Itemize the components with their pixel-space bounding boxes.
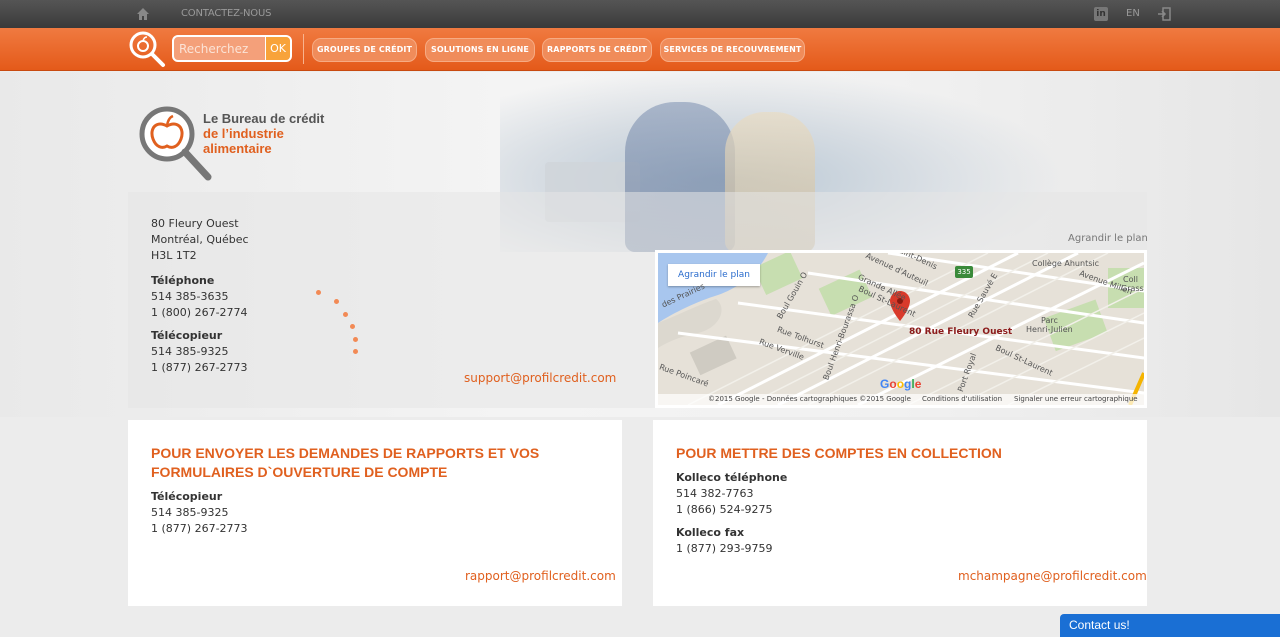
reports-card-title: POUR ENVOYER LES DEMANDES DE RAPPORTS ET… <box>151 445 540 480</box>
contact-link[interactable]: CONTACTEZ-NOUS <box>181 8 271 19</box>
map-label: Grass <box>1121 284 1144 293</box>
collection-fax-block: Kolleco fax 1 (877) 293-9759 <box>676 525 773 557</box>
decorative-dot <box>350 324 355 329</box>
phone-number: 1 (800) 267-2774 <box>151 306 248 319</box>
search-input[interactable] <box>174 37 266 60</box>
magnifier-apple-icon <box>129 31 165 67</box>
main-nav-bar: OK GROUPES DE CRÉDIT SOLUTIONS EN LIGNE … <box>0 28 1280 71</box>
search-button[interactable]: OK <box>265 37 290 60</box>
nav-divider <box>303 34 304 64</box>
decorative-dot <box>334 299 339 304</box>
fax-number: 514 385-9325 <box>151 345 229 358</box>
map-label: Parc <box>1041 316 1058 325</box>
fax-number: 1 (877) 293-9759 <box>676 542 773 555</box>
fax-label: Télécopieur <box>151 329 223 342</box>
fax-block: Télécopieur 514 385-9325 1 (877) 267-277… <box>151 328 248 376</box>
fax-label: Télécopieur <box>151 490 223 503</box>
map-label: Collège Ahuntsic <box>1032 259 1099 268</box>
fax-number: 514 385-9325 <box>151 506 229 519</box>
support-email-link[interactable]: support@profilcredit.com <box>464 371 616 385</box>
logo-text[interactable]: Le Bureau de crédit de l’industrie alime… <box>203 111 324 156</box>
phone-label: Téléphone <box>151 274 215 287</box>
linkedin-icon[interactable]: in <box>1094 7 1108 21</box>
map-terms-link[interactable]: Conditions d'utilisation <box>922 394 1002 405</box>
logo-line: alimentaire <box>203 141 272 156</box>
phone-label: Kolleco téléphone <box>676 471 788 484</box>
map-report-link[interactable]: Signaler une erreur cartographique <box>1014 394 1138 405</box>
language-link[interactable]: EN <box>1126 8 1140 19</box>
map-label: Henri-Julien <box>1026 325 1073 334</box>
phone-number: 1 (866) 524-9275 <box>676 503 773 516</box>
reports-email-link[interactable]: rapport@profilcredit.com <box>465 569 616 583</box>
nav-rapports-credit[interactable]: RAPPORTS DE CRÉDIT <box>542 38 652 62</box>
collection-card-title: POUR METTRE DES COMPTES EN COLLECTION <box>676 445 1002 461</box>
home-icon[interactable] <box>136 7 150 21</box>
map-copyright: ©2015 Google - Données cartographiques ©… <box>708 395 911 403</box>
reports-fax-block: Télécopieur 514 385-9325 1 (877) 267-277… <box>151 489 248 537</box>
search-box: OK <box>172 35 292 62</box>
address-street: 80 Fleury Ouest <box>151 217 239 230</box>
map-pin-label: 80 Rue Fleury Ouest <box>909 327 1013 337</box>
logo-line: de l’industrie <box>203 126 284 141</box>
phone-block: Téléphone 514 385-3635 1 (800) 267-2774 <box>151 273 248 321</box>
phone-number: 514 385-3635 <box>151 290 229 303</box>
fax-label: Kolleco fax <box>676 526 745 539</box>
logo-line: Le Bureau de crédit <box>203 111 325 126</box>
top-bar: CONTACTEZ-NOUS in EN <box>0 0 1280 28</box>
phone-number: 514 382-7763 <box>676 487 754 500</box>
fax-number: 1 (877) 267-2773 <box>151 361 248 374</box>
login-icon[interactable] <box>1157 7 1171 21</box>
collection-phone-block: Kolleco téléphone 514 382-7763 1 (866) 5… <box>676 470 787 518</box>
contact-us-chat-button[interactable]: Contact us! <box>1060 614 1280 637</box>
collection-email-link[interactable]: mchampagne@profilcredit.com <box>958 569 1147 583</box>
enlarge-map-link[interactable]: Agrandir le plan <box>1068 233 1148 244</box>
nav-services-recouvrement[interactable]: SERVICES DE RECOUVREMENT <box>660 38 805 62</box>
collection-card: POUR METTRE DES COMPTES EN COLLECTION Ko… <box>653 420 1147 606</box>
address-postal: H3L 1T2 <box>151 249 197 262</box>
decorative-dot <box>353 349 358 354</box>
address-block: 80 Fleury Ouest Montréal, Québec H3L 1T2 <box>151 216 249 264</box>
decorative-dot <box>353 337 358 342</box>
reports-card: POUR ENVOYER LES DEMANDES DE RAPPORTS ET… <box>128 420 622 606</box>
decorative-dot <box>316 290 321 295</box>
fax-number: 1 (877) 267-2773 <box>151 522 248 535</box>
enlarge-map-button[interactable]: Agrandir le plan <box>668 264 760 286</box>
highway-shield: 335 <box>955 266 973 278</box>
address-city: Montréal, Québec <box>151 233 249 246</box>
map-footer: ©2015 Google - Données cartographiques ©… <box>658 394 1144 405</box>
google-logo: Google <box>880 377 922 391</box>
nav-groupes-credit[interactable]: GROUPES DE CRÉDIT <box>312 38 417 62</box>
nav-solutions-en-ligne[interactable]: SOLUTIONS EN LIGNE <box>425 38 535 62</box>
map-label: Coll <box>1123 275 1138 284</box>
map-embed[interactable]: 335 Agrandir le plan Collège Ahuntsic Av… <box>655 250 1147 408</box>
decorative-dot <box>343 312 348 317</box>
